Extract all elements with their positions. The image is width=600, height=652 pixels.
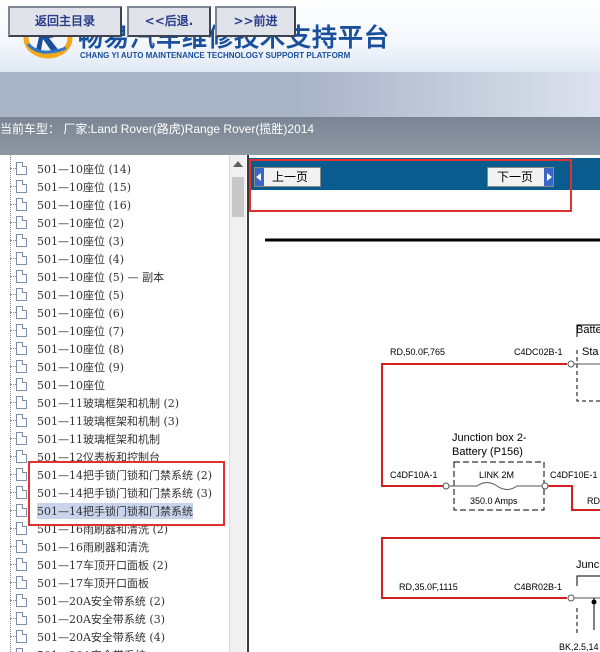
document-icon [16,576,27,589]
tree-item-label[interactable]: 501—20A安全带系统 (3) [37,611,165,627]
junction-box-label-1: Junction box 2- [452,432,527,444]
connector-2-label: C4DF10A-1 [390,470,438,480]
tree-item-label[interactable]: 501—10座位 (4) [37,251,124,267]
tree-item-label[interactable]: 501—10座位 (2) [37,215,124,231]
junction-cut-label: Junc [576,559,600,571]
junction-bracket [576,575,600,586]
document-icon [16,180,27,193]
connector-2-pin [442,482,450,490]
connector-4-pin [567,594,575,602]
tree-item-label[interactable]: 501—10座位 (5) [37,287,124,303]
junction-box-label-2: Battery (P156) [452,446,523,458]
connector-3-pin [541,482,549,490]
home-button[interactable]: 返回主目录 [8,6,122,37]
tree-item-label[interactable]: 501—10座位 (7) [37,323,124,339]
document-icon [16,522,27,535]
document-icon [16,504,27,517]
document-icon [16,630,27,643]
tree-item-label[interactable]: 501—10座位 (8) [37,341,124,357]
wire-3-label: BK,2.5,14 [559,642,599,652]
document-icon [16,396,27,409]
document-icon [16,360,27,373]
red-wire-1 [381,363,567,487]
tree-item-label[interactable]: 501—10座位 (9) [37,359,124,375]
connector-1-pin [567,360,575,368]
document-icon [16,234,27,247]
tree-item-label[interactable]: 501—11玻璃框架和机制 (2) [37,395,179,411]
document-icon [16,378,27,391]
document-icon [16,306,27,319]
app-subtitle: CHANG YI AUTO MAINTENANCE TECHNOLOGY SUP… [80,51,351,60]
tree-item-label[interactable]: 501—10座位 (6) [37,305,124,321]
document-icon [16,612,27,625]
tree-connector-line [10,155,11,652]
scroll-up-arrow-icon[interactable] [233,161,243,167]
document-icon [16,648,27,652]
document-icon [16,486,27,499]
document-icon [16,450,27,463]
document-icon [16,558,27,571]
wire-1-label: RD,50.0F,765 [390,347,445,357]
connector-1-label: C4DC02B-1 [514,347,563,357]
tree-item-label[interactable]: 501—10座位 (14) [37,161,131,177]
tree-item-label[interactable]: 501—20A安全带系统 (4) [37,629,165,645]
document-tree: 501—10座位 (14) 501—10座位 (15) 501—10座位 (16) 5… [0,155,229,652]
document-icon [16,594,27,607]
fuse-amps-label: 350.0 Amps [470,496,518,506]
document-icon [16,252,27,265]
battery-label-2: Sta [582,346,599,358]
splice-dot [591,599,597,605]
tree-item-label[interactable]: 501—11玻璃框架和机制 (3) [37,413,179,429]
selection-highlight-box [28,461,225,526]
tree-scrollbar[interactable] [229,155,246,652]
tree-item-label[interactable]: 501—17车顶开口面板 [37,575,149,591]
document-icon [16,288,27,301]
document-icon [16,198,27,211]
connector-4-label: C4BR02B-1 [514,582,562,592]
tree-item-label[interactable]: 501—10座位 (15) [37,179,131,195]
document-icon [16,342,27,355]
connector-3-label: C4DF10E-1 [550,470,598,480]
scroll-thumb[interactable] [232,177,244,217]
nav-bar-fade [296,72,600,117]
tree-item-label[interactable]: 501—10座位 (3) [37,233,124,249]
back-button[interactable]: <<后退. [127,6,211,37]
current-vehicle-text: 当前车型： 厂家:Land Rover(路虎)Range Rover(揽胜)20… [0,122,315,136]
document-icon [16,432,27,445]
tree-item-label[interactable]: 501—11玻璃框架和机制 [37,431,160,447]
tree-item-label[interactable]: 501—10座位 (16) [37,197,131,213]
wire-2-label: RD,35.0F,1115 [399,582,458,592]
tree-item-label[interactable]: 501—10座位 (5) — 副本 [37,269,164,285]
fuse-link-label: LINK 2M [479,470,514,480]
document-icon [16,540,27,553]
document-icon [16,324,27,337]
document-icon [16,414,27,427]
battery-label-1: Batte [576,324,600,336]
tree-item-label[interactable]: 501—20A安全带系统 (2) [37,593,165,609]
tree-item-label[interactable]: 501—17车顶开口面板 (2) [37,557,168,573]
forward-button[interactable]: >>前进 [215,6,296,37]
fuse-link-symbol [449,482,542,490]
current-vehicle-bar: 当前车型： 厂家:Land Rover(路虎)Range Rover(揽胜)20… [0,117,600,155]
tree-item-label[interactable]: 501—10座位 [37,377,105,393]
document-icon [16,270,27,283]
wiring-diagram: Batte Sta RD,50.0F,765 C4DC02B-1 Junctio… [265,238,600,652]
document-icon [16,468,27,481]
document-icon [16,162,27,175]
document-icon [16,216,27,229]
tree-item-label[interactable]: 501—16雨刷器和清洗 [37,539,149,555]
rd-cut-label: RD [587,496,600,506]
tree-item-label[interactable]: 501—20A安全带系统 [37,647,146,652]
pager-highlight-box [249,159,572,212]
